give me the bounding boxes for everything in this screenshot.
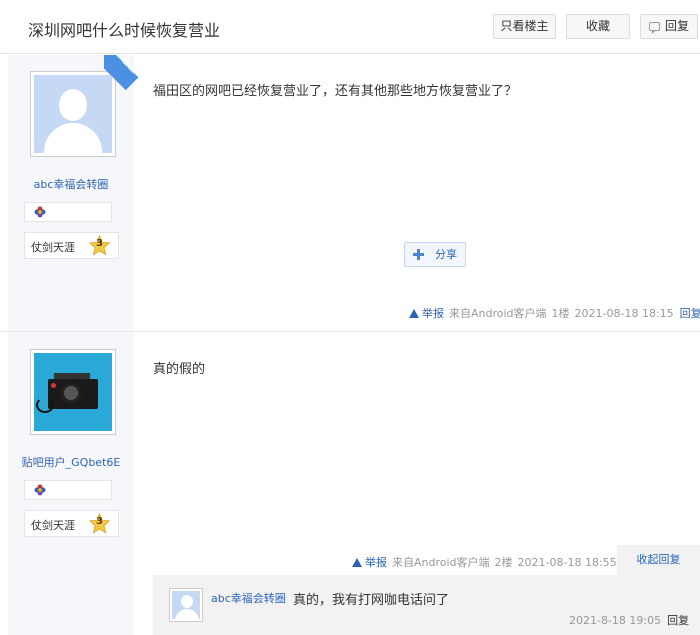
post-time: 2021-08-18 18:55 [517,556,617,569]
sub-reply-meta: 2021-8-18 19:05 回复 [569,612,689,628]
client-source: 来自Android客户端 [392,556,490,569]
share-label: 分享 [435,248,457,261]
author-sidebar: 贴吧用户_GQbet6E 仗剑天涯 3 [8,333,134,635]
sub-reply-author[interactable]: abc幸福会转圈 [211,590,286,606]
sub-reply-text: 真的，我有打网咖电话问了 [293,593,450,608]
client-source: 来自Android客户端 [449,307,547,320]
post-time: 2021-08-18 18:15 [574,307,674,320]
flower-badge-icon [34,484,46,496]
report-link[interactable]: 举报 [352,556,387,569]
default-avatar-icon [172,591,200,619]
plus-icon [413,249,424,260]
thread-title: 深圳网吧什么时候恢复营业 [28,21,221,40]
level-badge[interactable]: 仗剑天涯 3 [24,510,119,537]
warning-icon [409,309,419,318]
level-number: 3 [96,516,103,527]
avatar[interactable] [169,588,203,622]
level-name: 仗剑天涯 [31,241,75,254]
floor-number: 1楼 [551,307,570,320]
user-badge[interactable] [24,202,112,222]
post-floor-2: 贴吧用户_GQbet6E 仗剑天涯 3 真的假的 举报 来自Android客户端 2… [0,333,700,635]
avatar[interactable] [30,349,116,435]
reply-link[interactable]: 回复 [680,307,700,320]
report-link[interactable]: 举报 [409,307,444,320]
op-badge: 楼主 [104,55,142,93]
post-floor-1: 楼主 abc幸福会转圈 仗剑天涯 3 福田区的网吧已经恢复营业了，还有其他那些地… [0,55,700,332]
post-footer: 举报 来自Android客户端 1楼 2021-08-18 18:15 回复 [409,305,700,321]
reply-button-label: 回复 [664,19,689,33]
author-name[interactable]: 贴吧用户_GQbet6E [8,454,134,470]
collapse-replies-button[interactable]: 收起回复 [617,545,700,575]
author-name[interactable]: abc幸福会转圈 [8,176,134,192]
user-badge[interactable] [24,480,112,500]
only-op-button[interactable]: 只看楼主 [493,14,556,39]
default-avatar-icon [34,75,112,153]
level-name: 仗剑天涯 [31,519,75,532]
sub-reply-link[interactable]: 回复 [667,614,689,627]
comment-icon [648,22,660,34]
floor-number: 2楼 [494,556,513,569]
camera-avatar-icon [34,353,112,431]
thread-header: 深圳网吧什么时候恢复营业 只看楼主 收藏 回复 [0,0,700,54]
warning-icon [352,558,362,567]
level-badge[interactable]: 仗剑天涯 3 [24,232,119,259]
post-content: 福田区的网吧已经恢复营业了，还有其他那些地方恢复营业了？ [153,84,518,99]
level-number: 3 [96,238,103,249]
sub-reply: abc幸福会转圈 真的，我有打网咖电话问了 2021-8-18 19:05 回复 [153,575,700,635]
post-content: 真的假的 [153,362,206,377]
favorite-button[interactable]: 收藏 [566,14,630,39]
reply-button[interactable]: 回复 [640,14,698,39]
author-sidebar: 楼主 abc幸福会转圈 仗剑天涯 3 [8,55,139,331]
post-footer: 举报 来自Android客户端 2楼 2021-08-18 18:55 [352,554,617,570]
flower-badge-icon [34,206,46,218]
sub-reply-time: 2021-8-18 19:05 [569,614,662,627]
share-button[interactable]: 分享 [404,242,466,267]
